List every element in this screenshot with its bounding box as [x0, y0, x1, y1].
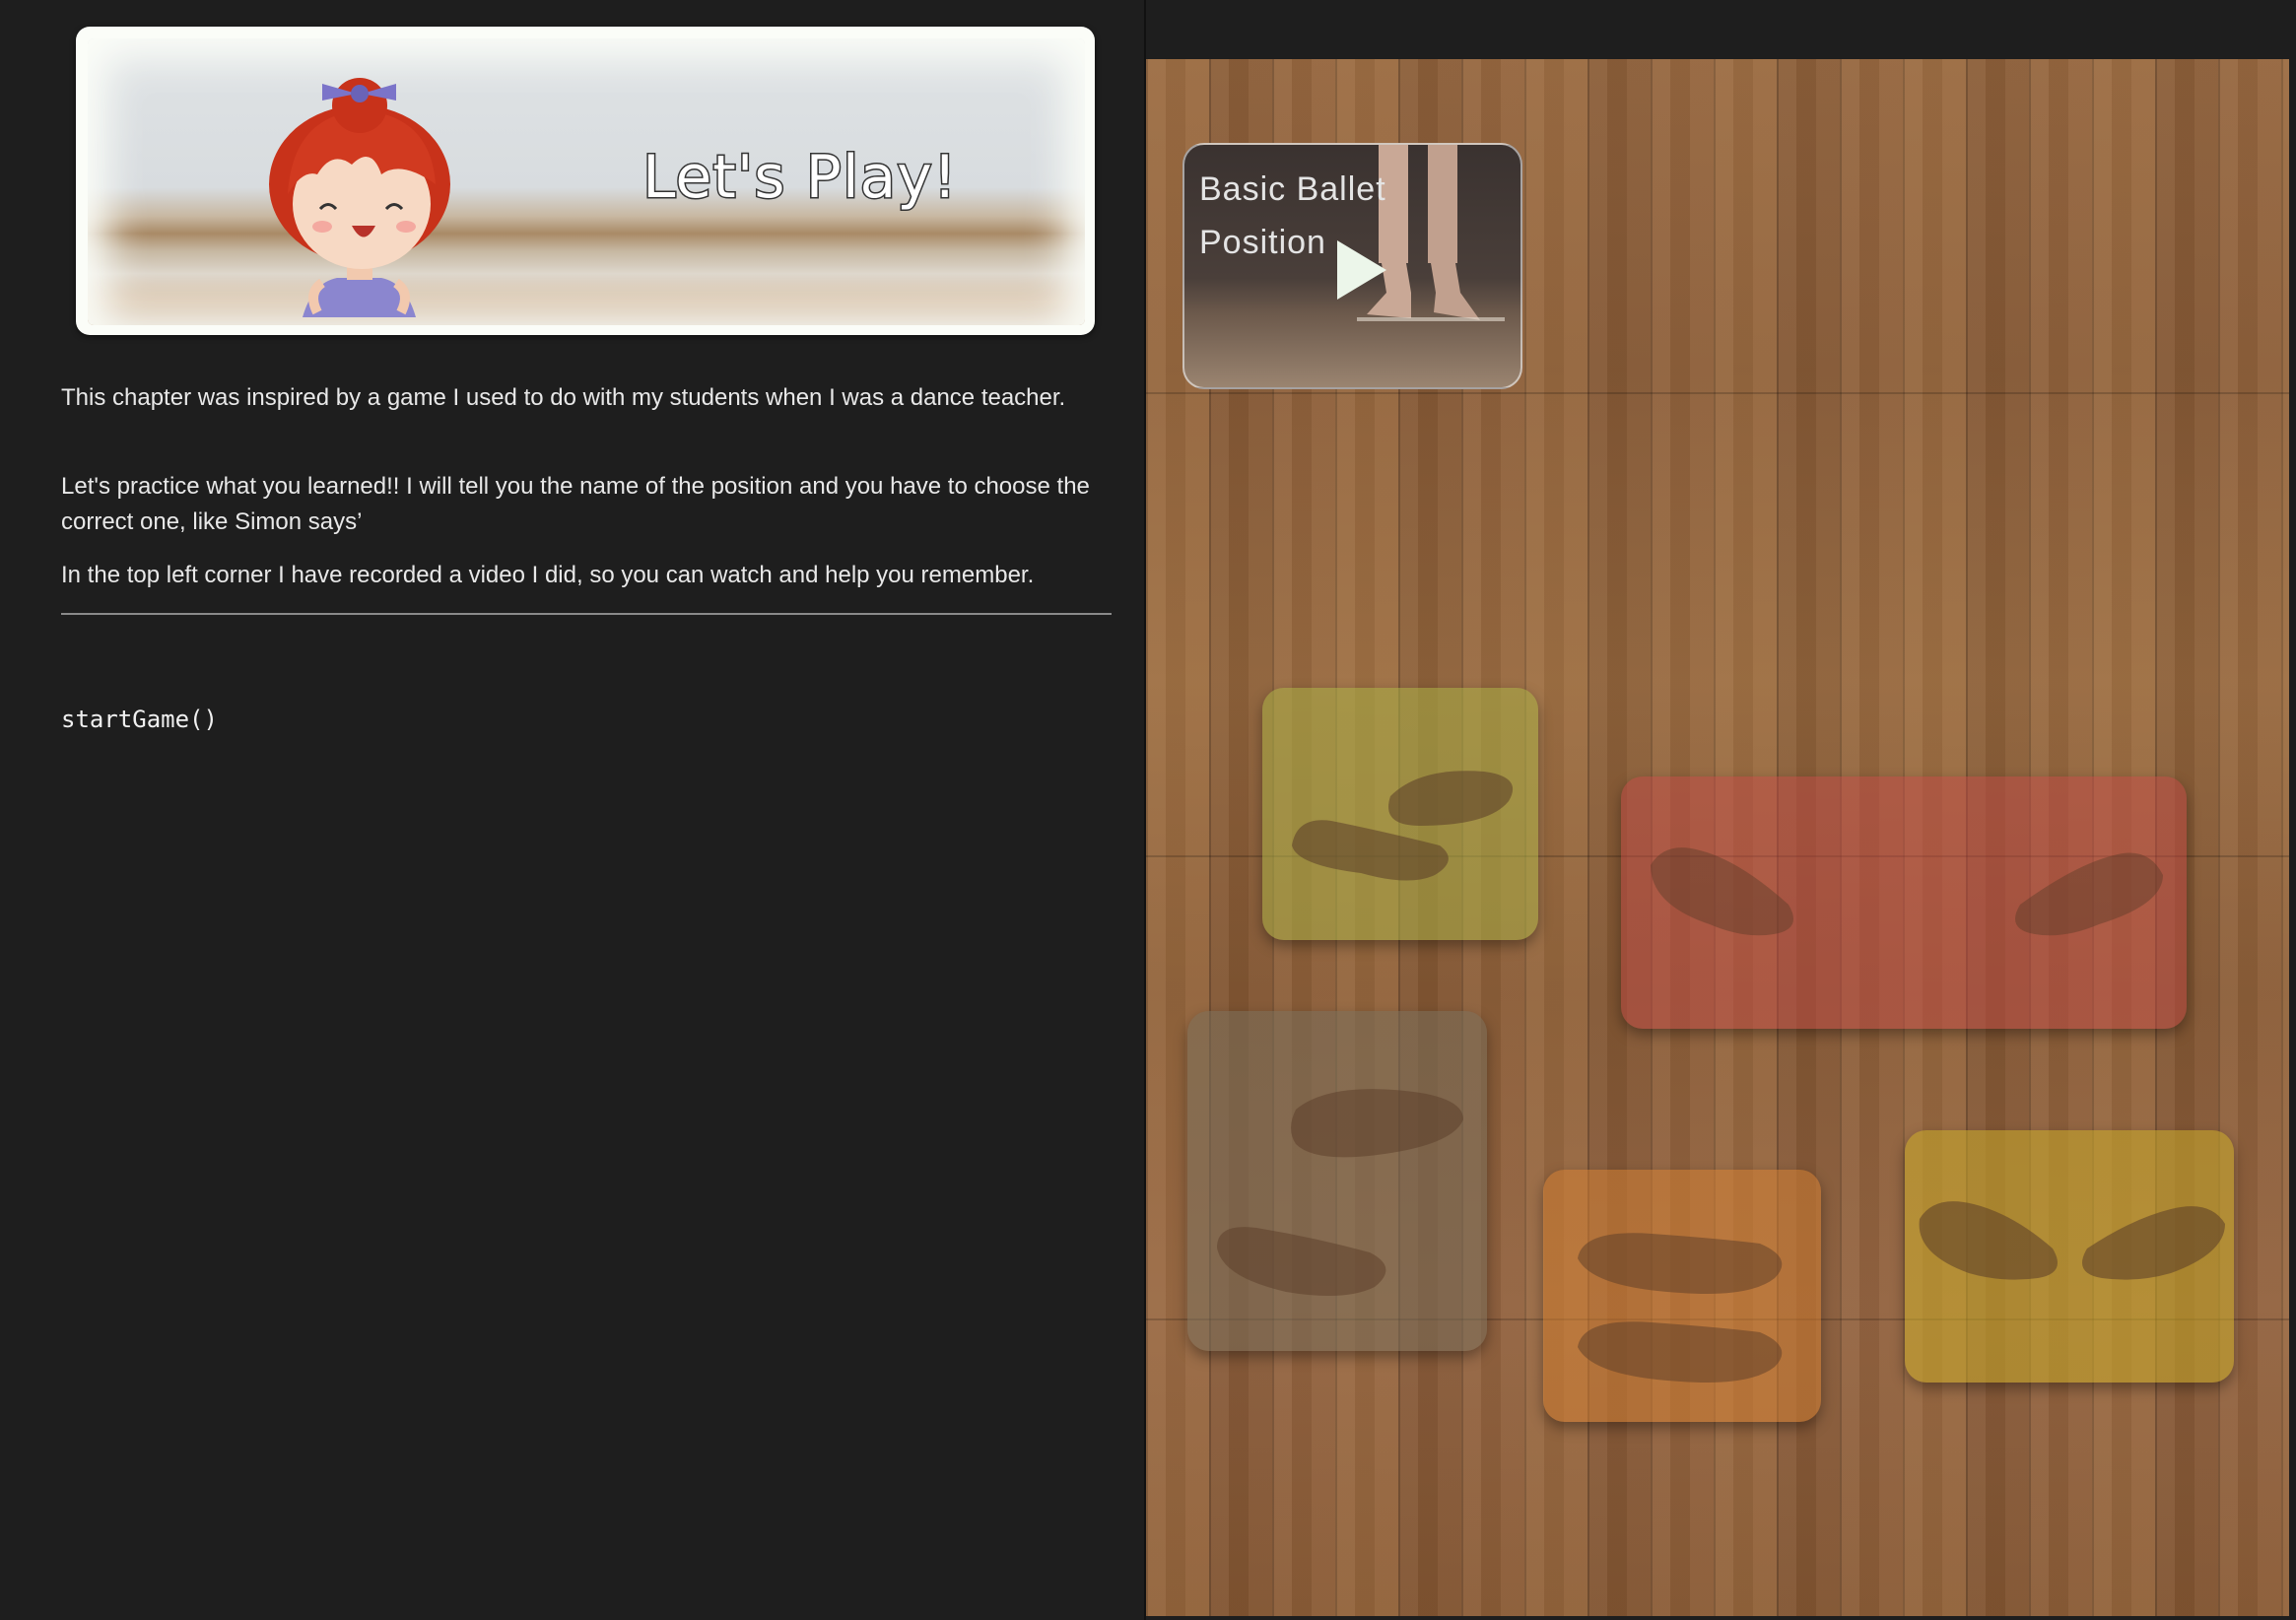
gray-pad[interactable]: [1187, 1011, 1487, 1351]
red-pad[interactable]: [1621, 776, 2187, 1029]
intro-paragraph-2: Let's practice what you learned!! I will…: [61, 473, 1090, 535]
video-thumbnail[interactable]: Basic Ballet Position: [1182, 143, 1522, 389]
dancer-girl-illustration: [269, 78, 450, 317]
lesson-pane: Let's Play! This chapter was inspired by…: [0, 0, 1144, 1620]
footprints-icon: [1651, 847, 2163, 936]
footprints-icon: [1578, 1233, 1783, 1383]
green-pad[interactable]: [1262, 688, 1538, 940]
footprints-icon: [1919, 1201, 2225, 1280]
code-start-game[interactable]: startGame(): [61, 706, 218, 733]
intro-paragraph-3: In the top left corner I have recorded a…: [61, 562, 1035, 588]
yellow-pad[interactable]: [1905, 1130, 2234, 1383]
intro-paragraph-1: This chapter was inspired by a game I us…: [61, 384, 1066, 411]
game-pane: Basic Ballet Position: [1146, 0, 2296, 1620]
footprints-icon: [1217, 1089, 1463, 1296]
orange-pad[interactable]: [1543, 1170, 1821, 1422]
play-icon[interactable]: [1332, 236, 1391, 304]
lets-play-banner: Let's Play!: [76, 27, 1095, 335]
wooden-floor: Basic Ballet Position: [1146, 59, 2289, 1616]
banner-title: Let's Play!: [642, 142, 959, 214]
footprints-icon: [1292, 771, 1514, 881]
section-divider: [61, 613, 1112, 615]
